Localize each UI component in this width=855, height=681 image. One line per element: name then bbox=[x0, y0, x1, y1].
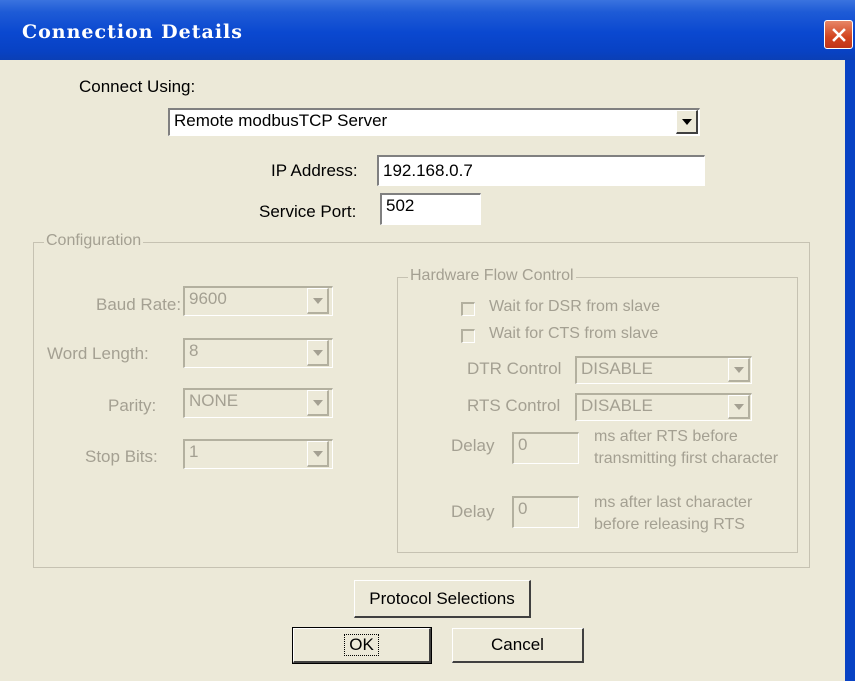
cts-checkbox-label: Wait for CTS from slave bbox=[489, 325, 659, 342]
dialog-body: Connect Using: Remote modbusTCP Server I… bbox=[0, 60, 845, 681]
dsr-checkbox[interactable] bbox=[461, 302, 475, 316]
stop-bits-label: Stop Bits: bbox=[85, 447, 158, 466]
chevron-down-icon[interactable] bbox=[307, 441, 329, 467]
delay-last-desc-1: ms after last character bbox=[594, 494, 753, 511]
rts-control-value[interactable]: DISABLE bbox=[575, 393, 752, 421]
parity-label: Parity: bbox=[108, 396, 157, 415]
dtr-control-label: DTR Control bbox=[467, 359, 562, 378]
configuration-group-label: Configuration bbox=[44, 232, 144, 250]
delay-rts-input[interactable]: 0 bbox=[512, 432, 579, 464]
word-length-label: Word Length: bbox=[47, 344, 149, 363]
chevron-down-icon[interactable] bbox=[307, 340, 329, 366]
baud-rate-label: Baud Rate: bbox=[96, 295, 182, 314]
close-icon bbox=[831, 27, 846, 42]
dsr-checkbox-label: Wait for DSR from slave bbox=[489, 298, 660, 315]
service-port-label: Service Port: bbox=[259, 202, 357, 221]
chevron-down-icon[interactable] bbox=[307, 390, 329, 416]
cts-checkbox[interactable] bbox=[461, 329, 475, 343]
close-button[interactable] bbox=[824, 20, 853, 49]
window-title: Connection Details bbox=[22, 21, 243, 43]
chevron-down-icon[interactable] bbox=[728, 358, 750, 382]
delay-rts-desc-1: ms after RTS before bbox=[594, 428, 738, 445]
delay-rts-desc-2: transmitting first character bbox=[594, 450, 779, 467]
ip-address-label: IP Address: bbox=[271, 161, 358, 180]
chevron-down-icon[interactable] bbox=[728, 395, 750, 419]
cancel-button[interactable]: Cancel bbox=[452, 628, 584, 663]
service-port-input[interactable]: 502 bbox=[380, 193, 481, 225]
delay-last-label: Delay bbox=[451, 502, 495, 521]
title-bar[interactable]: Connection Details bbox=[0, 0, 855, 60]
protocol-selections-button[interactable]: Protocol Selections bbox=[354, 580, 531, 618]
connect-using-label: Connect Using: bbox=[79, 77, 196, 96]
ok-button[interactable]: OK bbox=[292, 627, 432, 664]
window-frame-right bbox=[845, 60, 855, 681]
ip-address-input[interactable]: 192.168.0.7 bbox=[377, 155, 705, 186]
connect-using-value[interactable]: Remote modbusTCP Server bbox=[168, 108, 700, 136]
chevron-down-icon[interactable] bbox=[676, 110, 698, 134]
rts-control-label: RTS Control bbox=[467, 396, 561, 415]
delay-last-desc-2: before releasing RTS bbox=[594, 516, 745, 533]
dtr-control-value[interactable]: DISABLE bbox=[575, 356, 752, 384]
hardware-flow-group-label: Hardware Flow Control bbox=[408, 267, 576, 285]
delay-last-input[interactable]: 0 bbox=[512, 496, 579, 528]
ok-button-label: OK bbox=[344, 634, 379, 656]
chevron-down-icon[interactable] bbox=[307, 288, 329, 314]
delay-rts-label: Delay bbox=[451, 436, 495, 455]
